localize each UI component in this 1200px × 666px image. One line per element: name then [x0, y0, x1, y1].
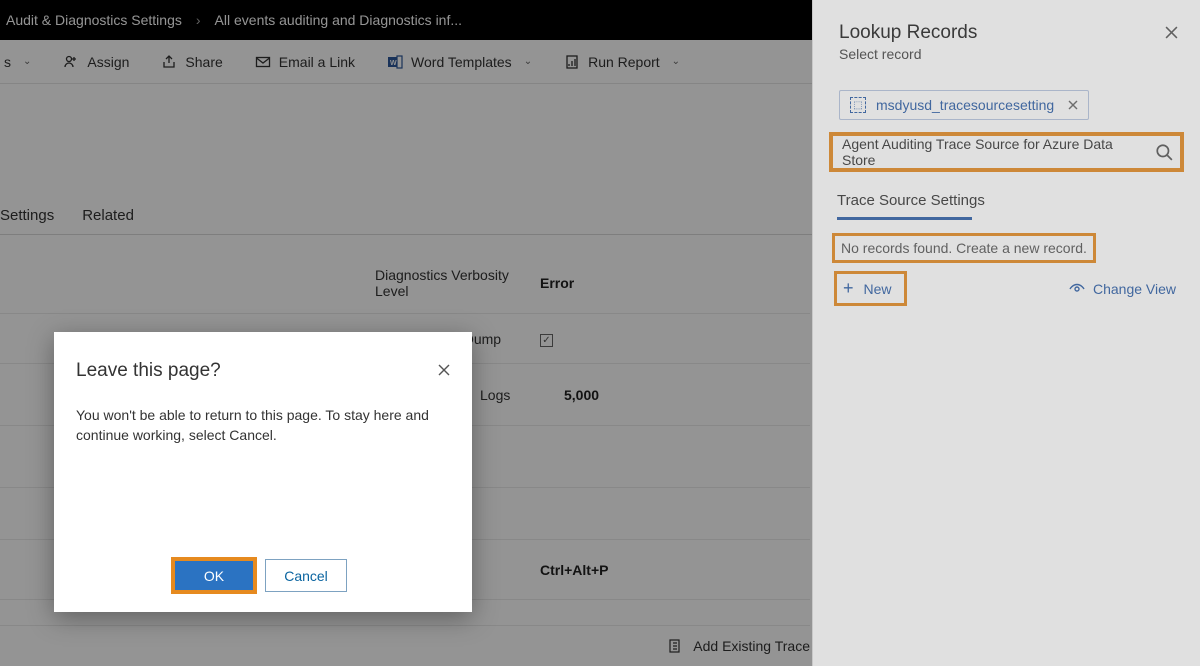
- dialog-actions: OK Cancel: [76, 559, 444, 592]
- dialog-body: You won't be able to return to this page…: [76, 406, 444, 445]
- lookup-subtitle: Select record: [839, 46, 1174, 62]
- entity-chip[interactable]: ⬚ msdyusd_tracesourcesetting: [839, 90, 1089, 120]
- entity-icon: ⬚: [850, 97, 866, 113]
- lookup-section: Trace Source Settings: [813, 170, 1200, 220]
- close-icon[interactable]: [1165, 26, 1178, 39]
- search-icon[interactable]: [1155, 143, 1173, 161]
- plus-icon: +: [843, 278, 854, 299]
- remove-chip-icon[interactable]: [1068, 100, 1078, 110]
- lookup-empty-wrap: No records found. Create a new record.: [813, 220, 1200, 260]
- new-button-label: New: [864, 281, 892, 297]
- ok-button[interactable]: OK: [173, 559, 255, 592]
- eye-icon: [1069, 281, 1085, 297]
- lookup-search-wrap: Agent Auditing Trace Source for Azure Da…: [813, 120, 1200, 170]
- cancel-button[interactable]: Cancel: [265, 559, 347, 592]
- dialog-title: Leave this page?: [76, 360, 444, 382]
- lookup-header: Lookup Records Select record: [813, 0, 1200, 72]
- new-button[interactable]: + New: [837, 274, 904, 303]
- lookup-section-title: Trace Source Settings: [837, 192, 1176, 217]
- search-input[interactable]: Agent Auditing Trace Source for Azure Da…: [831, 134, 1182, 170]
- entity-chip-label: msdyusd_tracesourcesetting: [876, 97, 1054, 113]
- lookup-title: Lookup Records: [839, 22, 1174, 44]
- lookup-actions: + New Change View: [813, 260, 1200, 303]
- close-icon[interactable]: [434, 360, 454, 380]
- change-view-label: Change View: [1093, 281, 1176, 297]
- lookup-empty-message: No records found. Create a new record.: [835, 236, 1093, 260]
- search-input-text: Agent Auditing Trace Source for Azure Da…: [842, 136, 1147, 168]
- lookup-panel: Lookup Records Select record ⬚ msdyusd_t…: [812, 0, 1200, 666]
- lookup-chip-row: ⬚ msdyusd_tracesourcesetting: [813, 72, 1200, 120]
- change-view-button[interactable]: Change View: [1069, 281, 1176, 297]
- leave-page-dialog: Leave this page? You won't be able to re…: [54, 332, 472, 612]
